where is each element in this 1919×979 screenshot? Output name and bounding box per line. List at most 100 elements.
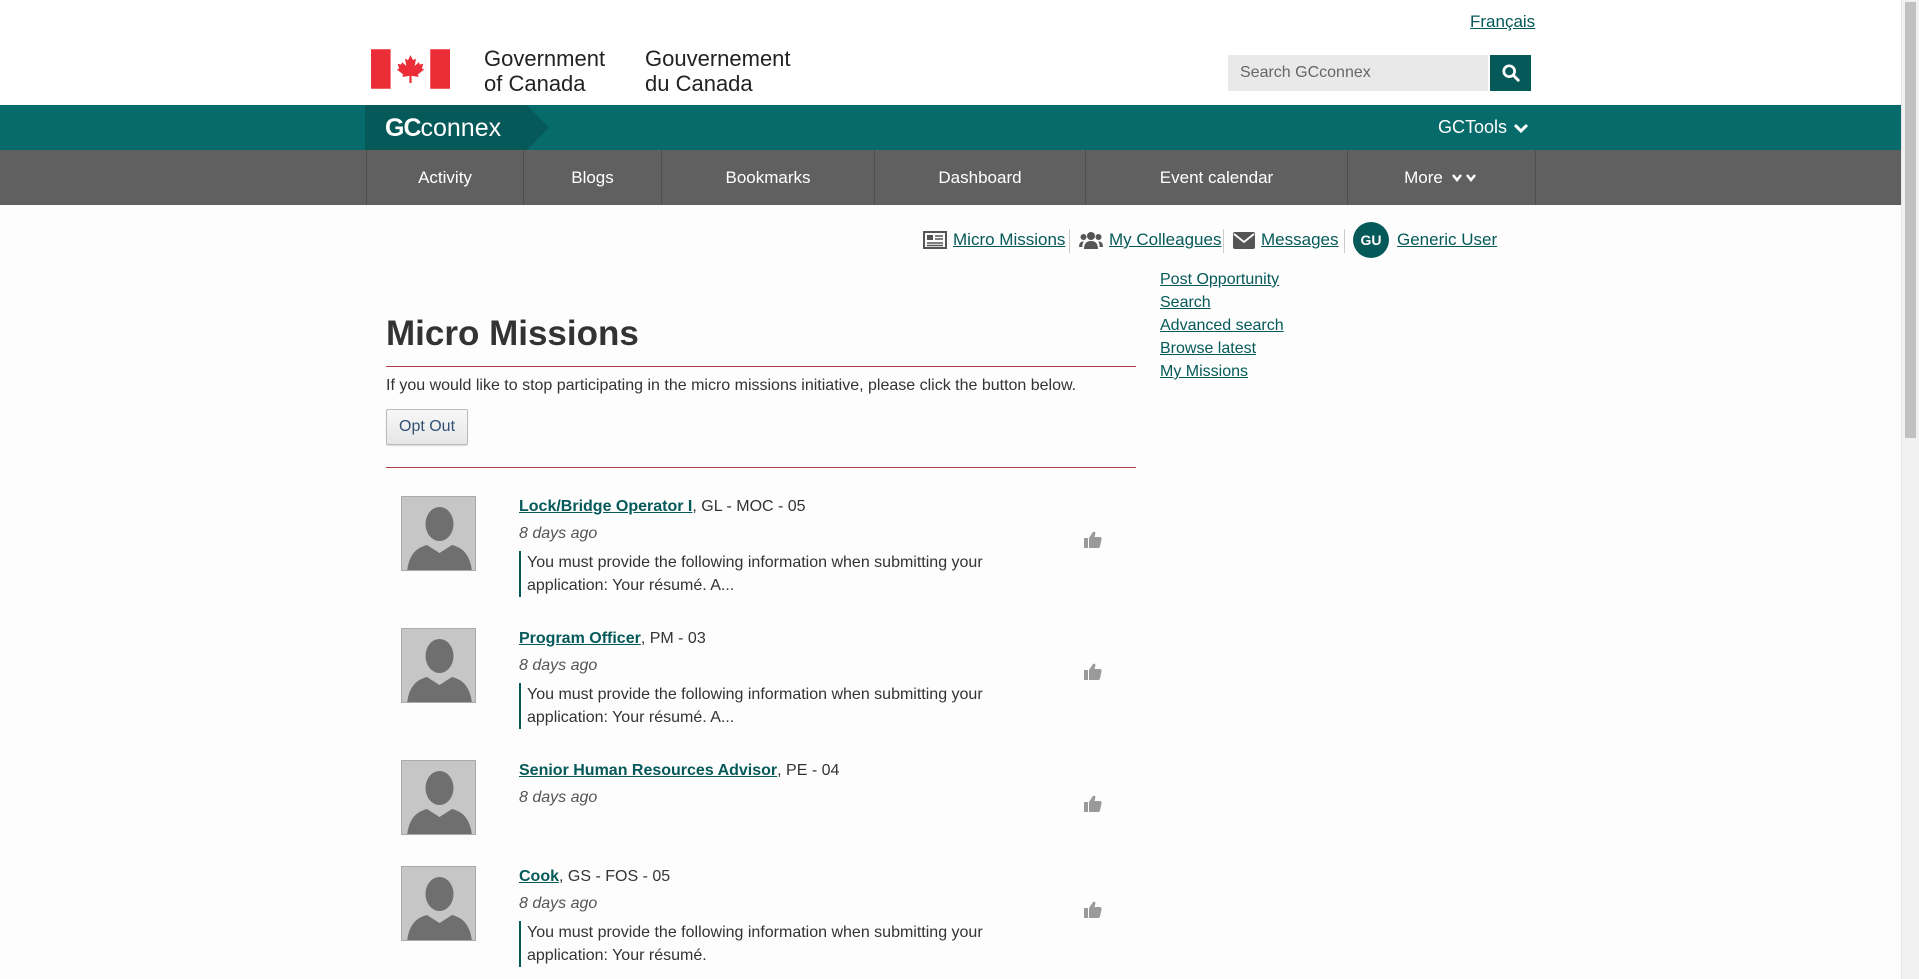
mission-date: 8 days ago [519,525,598,542]
nav-item-bookmarks[interactable]: Bookmarks [662,150,875,205]
scrollbar-thumb[interactable] [1905,2,1916,438]
micro-missions-link[interactable]: Micro Missions [953,230,1065,250]
thumbs-up-icon[interactable] [1083,530,1103,550]
government-of-canada-fr: Gouvernement du Canada [645,46,791,96]
sidebar-link-advanced-search[interactable]: Advanced search [1160,314,1284,337]
mission-excerpt: You must provide the following informati… [519,683,1007,729]
mission-title-link[interactable]: Program Officer [519,630,641,647]
my-colleagues-link[interactable]: My Colleagues [1109,230,1221,250]
brand-bar: GCconnex GCTools [0,105,1902,150]
nav-item-dashboard[interactable]: Dashboard [875,150,1086,205]
mission-date: 8 days ago [519,789,598,806]
mission-info: Program Officer, PM - 03 8 days ago You … [519,628,1039,729]
search-icon [1501,64,1520,82]
sidebar-link-search[interactable]: Search [1160,291,1284,314]
nav-item-blogs[interactable]: Blogs [524,150,662,205]
nav-label: Dashboard [938,167,1022,187]
newspaper-icon [923,231,947,249]
mission-info: Lock/Bridge Operator I, GL - MOC - 05 8 … [519,496,1039,597]
main-content: Micro Missions If you would like to stop… [386,310,1136,468]
colleagues-link-item[interactable]: My Colleagues [1079,225,1221,255]
sidebar-link-my-missions[interactable]: My Missions [1160,360,1284,383]
nav-item-more[interactable]: More [1348,150,1536,205]
search-input[interactable] [1228,55,1488,91]
gov-fr-line1: Gouvernement [645,46,791,71]
thumbs-up-icon[interactable] [1083,662,1103,682]
gov-fr-line2: du Canada [645,71,753,96]
main-nav: Activity Blogs Bookmarks Dashboard Event… [366,150,1536,205]
avatar-initials: GU [1360,232,1382,248]
intro-text: If you would like to stop participating … [386,377,1077,394]
chevron-down-icon [1513,123,1529,133]
mission-meta: , GL - MOC - 05 [692,498,806,515]
list-item: Lock/Bridge Operator I, GL - MOC - 05 8 … [386,496,1136,606]
mission-title-line: Program Officer, PM - 03 [519,628,1039,650]
gcconnex-logo[interactable]: GCconnex [385,114,501,142]
sidebar-link-browse-latest[interactable]: Browse latest [1160,337,1284,360]
messages-link-item[interactable]: Messages [1233,225,1338,255]
title-divider [386,366,1136,367]
mission-excerpt: You must provide the following informati… [519,551,1007,597]
gov-en-line1: Government [484,46,606,71]
page-scrollbar[interactable] [1901,0,1919,979]
page-title: Micro Missions [386,314,639,353]
government-of-canada-en: Government of Canada [484,46,605,96]
nav-label: Event calendar [1159,167,1274,187]
mission-title-link[interactable]: Lock/Bridge Operator I [519,498,692,515]
divider [1344,229,1345,253]
mission-meta: , PE - 04 [777,762,840,779]
nav-label: More [1404,167,1443,187]
main-nav-bar: Activity Blogs Bookmarks Dashboard Event… [0,150,1902,205]
mission-info: Cook, GS - FOS - 05 8 days ago You must … [519,866,1039,967]
avatar[interactable] [401,866,476,941]
search-button[interactable] [1490,55,1531,91]
user-profile-item[interactable]: GU Generic User [1353,222,1497,258]
mission-date: 8 days ago [519,895,598,912]
sidebar-links: Post Opportunity Search Advanced search … [1160,268,1284,383]
envelope-icon [1233,231,1255,249]
mission-title-line: Lock/Bridge Operator I, GL - MOC - 05 [519,496,1039,518]
section-divider [386,467,1136,468]
nav-label: Bookmarks [725,167,811,187]
mission-title-link[interactable]: Cook [519,868,559,885]
micro-missions-link-item[interactable]: Micro Missions [923,225,1065,255]
nav-item-event-calendar[interactable]: Event calendar [1086,150,1348,205]
gctools-menu[interactable]: GCTools [1438,117,1529,138]
mission-info: Senior Human Resources Advisor, PE - 04 … [519,760,1039,809]
messages-link[interactable]: Messages [1261,230,1338,250]
nav-item-activity[interactable]: Activity [367,150,524,205]
user-name-link[interactable]: Generic User [1397,230,1497,250]
avatar[interactable]: GU [1353,222,1389,258]
avatar[interactable] [401,496,476,571]
mission-excerpt: You must provide the following informati… [519,921,1007,967]
list-item: Cook, GS - FOS - 05 8 days ago You must … [386,866,1136,976]
gctools-label: GCTools [1438,117,1508,137]
mission-title-line: Senior Human Resources Advisor, PE - 04 [519,760,1039,782]
user-silhouette-icon [402,497,475,570]
thumbs-up-icon[interactable] [1083,900,1103,920]
opt-out-button[interactable]: Opt Out [386,409,469,445]
mission-title-line: Cook, GS - FOS - 05 [519,866,1039,888]
brand-light: connex [420,114,502,142]
user-silhouette-icon [402,629,475,702]
mission-meta: , GS - FOS - 05 [559,868,671,885]
language-toggle-link[interactable]: Français [1470,12,1535,32]
user-toolbar: Micro Missions My Colleagues Messages GU… [0,222,1902,258]
mission-title-link[interactable]: Senior Human Resources Advisor [519,762,777,779]
mission-meta: , PM - 03 [640,630,706,647]
list-item: Senior Human Resources Advisor, PE - 04 … [386,760,1136,870]
divider [1069,229,1070,253]
avatar[interactable] [401,760,476,835]
nav-label: Activity [418,167,472,187]
mission-date: 8 days ago [519,657,598,674]
sidebar-link-post-opportunity[interactable]: Post Opportunity [1160,268,1284,291]
avatar[interactable] [401,628,476,703]
nav-label: Blogs [571,167,614,187]
list-item: Program Officer, PM - 03 8 days ago You … [386,628,1136,738]
user-silhouette-icon [402,867,475,940]
brand-bold: GC [385,114,421,142]
chevron-down-icon [1451,173,1476,182]
canada-flag-icon [371,49,450,89]
thumbs-up-icon[interactable] [1083,794,1103,814]
site-header: Français Government of Canada Gouverneme… [0,0,1902,105]
